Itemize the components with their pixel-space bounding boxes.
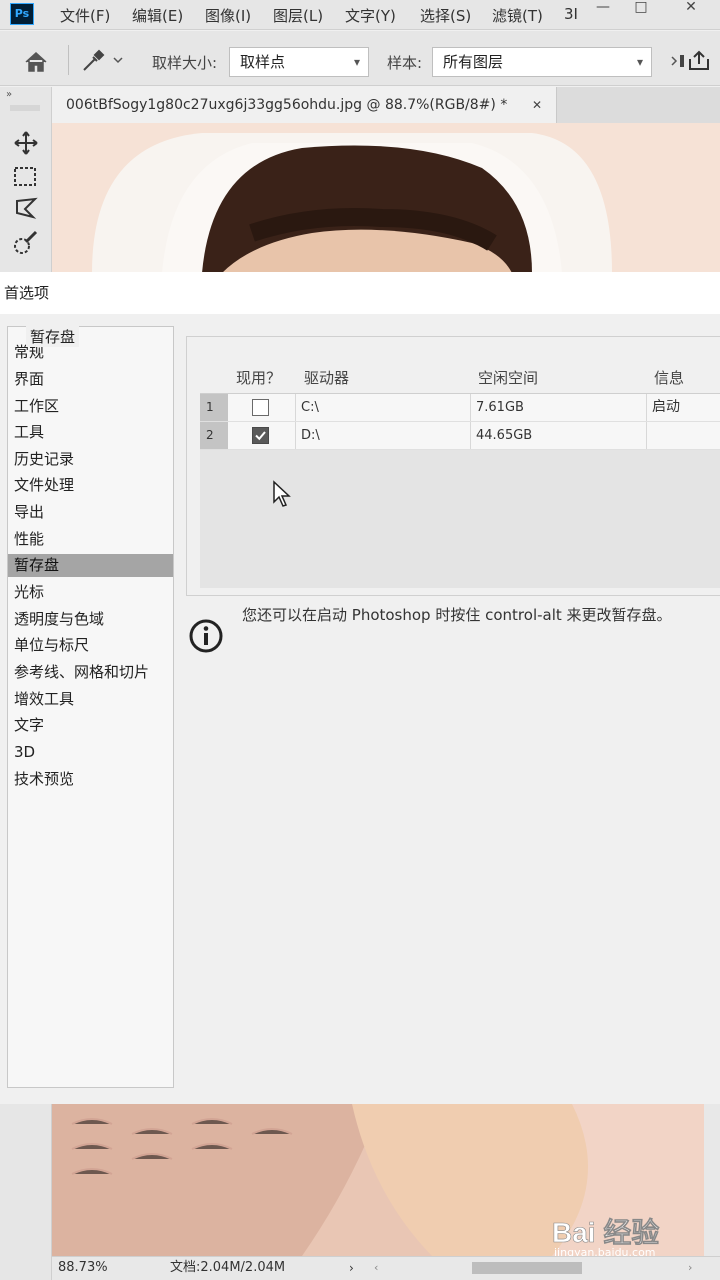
options-bar: 取样大小: 取样点 ▾ 样本: 所有图层 ▾	[0, 31, 720, 86]
scratch-disks-title: 暂存盘	[26, 326, 80, 347]
info-icon	[189, 619, 223, 653]
lasso-tool-icon[interactable]	[11, 195, 41, 223]
column-drive: 驱动器	[304, 369, 350, 387]
table-row[interactable]: 1 C:\ 7.61GB 启动	[200, 394, 720, 422]
toolbox: »	[0, 87, 52, 272]
sample-select[interactable]: 所有图层 ▾	[432, 47, 652, 77]
quick-select-tool-icon[interactable]	[11, 229, 41, 257]
photo-image	[52, 123, 720, 273]
canvas-photo-top[interactable]	[52, 123, 720, 273]
table-row[interactable]: 2 D:\ 44.65GB	[200, 422, 720, 450]
zoom-level[interactable]: 88.73%	[58, 1258, 108, 1278]
category-workspace[interactable]: 工作区	[8, 395, 173, 418]
toolbox-grip[interactable]	[10, 105, 40, 111]
drive-cell: D:\	[301, 428, 320, 443]
category-scratch-disks[interactable]: 暂存盘	[8, 554, 173, 577]
menu-layer[interactable]: 图层(L)	[273, 5, 323, 26]
column-free-space: 空闲空间	[478, 369, 539, 387]
category-list: 常规 界面 工作区 工具 历史记录 文件处理 导出 性能 暂存盘 光标 透明度与…	[7, 326, 174, 1088]
chevron-down-icon: ▾	[353, 55, 360, 69]
menu-file[interactable]: 文件(F)	[60, 5, 110, 26]
mouse-cursor-icon	[273, 480, 291, 507]
scratch-disks-table: 现用？ 驱动器 空闲空间 信息 1 C:\ 7.61GB 启动 2 D:\ 44…	[200, 357, 720, 588]
checkmark-icon	[255, 431, 266, 441]
category-tech-previews[interactable]: 技术预览	[8, 768, 173, 791]
menu-select[interactable]: 选择(S)	[420, 5, 471, 26]
category-export[interactable]: 导出	[8, 501, 173, 524]
chevron-down-icon: ▾	[636, 55, 643, 69]
category-transparency[interactable]: 透明度与色域	[8, 608, 173, 631]
column-active: 现用？	[236, 369, 282, 387]
marquee-tool-icon[interactable]	[11, 163, 41, 191]
free-space-cell: 44.65GB	[476, 428, 533, 443]
status-arrow-icon[interactable]: ›	[349, 1258, 354, 1278]
menu-bar: Ps 文件(F) 编辑(E) 图像(I) 图层(L) 文字(Y) 选择(S) 滤…	[0, 0, 720, 30]
sample-size-select[interactable]: 取样点 ▾	[229, 47, 369, 77]
toolbox-lower	[0, 1104, 52, 1280]
column-info: 信息	[654, 369, 685, 387]
close-tab-icon[interactable]: ✕	[532, 87, 542, 123]
drive-cell: C:\	[301, 400, 319, 415]
sample-size-value: 取样点	[240, 53, 286, 71]
preferences-dialog: 首选项 常规 界面 工作区 工具 历史记录 文件处理 导出 性能 暂存盘 光标 …	[0, 272, 720, 1104]
move-tool-icon[interactable]	[11, 129, 41, 157]
eyedropper-icon[interactable]	[80, 48, 106, 74]
document-tab[interactable]: 006tBfSogy1g80c27uxg6j33gg56ohdu.jpg @ 8…	[52, 87, 557, 123]
minimize-button[interactable]: —	[588, 0, 618, 18]
category-type[interactable]: 文字	[8, 714, 173, 737]
close-window-button[interactable]: ✕	[676, 0, 706, 18]
info-cell: 启动	[652, 399, 680, 415]
category-file-handling[interactable]: 文件处理	[8, 474, 173, 497]
category-units-rulers[interactable]: 单位与标尺	[8, 634, 173, 657]
category-cursors[interactable]: 光标	[8, 581, 173, 604]
sample-size-label: 取样大小:	[152, 54, 218, 72]
active-checkbox[interactable]	[252, 399, 269, 416]
menu-edit[interactable]: 编辑(E)	[132, 5, 183, 26]
doc-size: 文档:2.04M/2.04M	[170, 1260, 286, 1275]
category-guides-grid[interactable]: 参考线、网格和切片	[8, 661, 173, 684]
active-checkbox[interactable]	[252, 427, 269, 444]
status-bar: 88.73% 文档:2.04M/2.04M › ‹ ›	[52, 1256, 720, 1280]
info-message: 您还可以在启动 Photoshop 时按住 control-alt 来更改暂存盘…	[242, 606, 672, 624]
category-3d[interactable]: 3D	[8, 741, 173, 764]
free-space-cell: 7.61GB	[476, 400, 524, 415]
category-performance[interactable]: 性能	[8, 528, 173, 551]
maximize-button[interactable]: □	[626, 0, 656, 18]
tab-bar-empty	[557, 87, 720, 123]
category-tools[interactable]: 工具	[8, 421, 173, 444]
collapse-icon[interactable]: »	[6, 89, 12, 100]
category-interface[interactable]: 界面	[8, 368, 173, 391]
menu-filter[interactable]: 滤镜(T)	[492, 5, 543, 26]
watermark-brand: Bai 经验	[552, 1216, 659, 1248]
row-number: 1	[200, 394, 228, 421]
dialog-title: 首选项	[0, 272, 720, 314]
menu-type[interactable]: 文字(Y)	[345, 5, 396, 26]
menu-3d[interactable]: 3I	[564, 5, 578, 23]
scroll-right-icon[interactable]: ›	[688, 1258, 692, 1278]
document-tab-title: 006tBfSogy1g80c27uxg6j33gg56ohdu.jpg @ 8…	[66, 97, 508, 113]
menu-image[interactable]: 图像(I)	[205, 5, 251, 26]
category-history[interactable]: 历史记录	[8, 448, 173, 471]
scroll-left-icon[interactable]: ‹	[374, 1258, 378, 1278]
photoshop-logo: Ps	[10, 3, 34, 25]
chevron-down-icon[interactable]	[112, 55, 124, 65]
category-plugins[interactable]: 增效工具	[8, 688, 173, 711]
row-number: 2	[200, 422, 228, 449]
sample-value: 所有图层	[443, 53, 504, 71]
home-icon[interactable]	[24, 51, 48, 73]
share-icon[interactable]	[668, 49, 718, 73]
horizontal-scrollbar-thumb[interactable]	[472, 1262, 582, 1274]
sample-label: 样本:	[387, 54, 423, 72]
